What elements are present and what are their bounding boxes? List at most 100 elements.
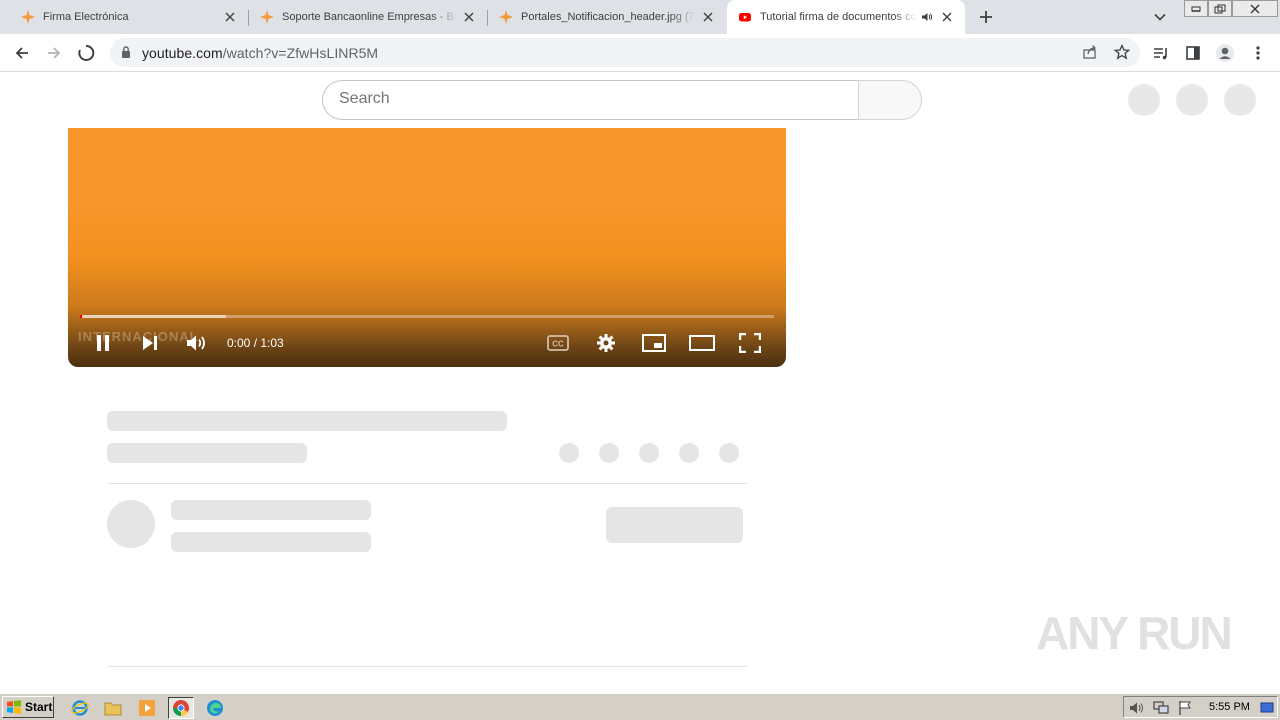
loading-spinner-icon	[78, 44, 95, 61]
header-icon-placeholder[interactable]	[1176, 84, 1208, 116]
share-button[interactable]	[1078, 40, 1102, 64]
tab-soporte-bancaonline[interactable]: Soporte Bancaonline Empresas - Ban	[249, 0, 487, 34]
tab-strip: Firma Electrónica Soporte Bancaonline Em…	[0, 0, 1280, 34]
search-button[interactable]	[858, 80, 922, 120]
url-host: youtube.com	[142, 45, 223, 61]
show-desktop-button[interactable]	[1256, 697, 1278, 719]
header-icon-placeholder[interactable]	[1128, 84, 1160, 116]
menu-button[interactable]	[1246, 41, 1270, 65]
arrow-right-icon	[48, 47, 61, 59]
restore-window-button[interactable]	[1208, 0, 1232, 17]
minimize-window-button[interactable]	[1184, 0, 1208, 17]
next-button[interactable]	[137, 330, 163, 356]
stop-loading-button[interactable]	[74, 41, 98, 65]
file-explorer-icon[interactable]	[102, 697, 124, 719]
subtitles-button[interactable]: CC	[545, 330, 571, 356]
skip-next-icon	[143, 336, 157, 350]
bank-orange-icon	[259, 9, 275, 25]
playlist-music-icon	[1154, 48, 1167, 60]
tab-search-button[interactable]	[1150, 8, 1170, 26]
action-skeleton	[719, 443, 739, 463]
buffered-bar	[80, 315, 226, 318]
profile-button[interactable]	[1213, 41, 1237, 65]
edge-icon[interactable]	[204, 697, 226, 719]
close-window-button[interactable]	[1232, 0, 1278, 17]
minimize-icon	[1191, 6, 1201, 12]
url-text[interactable]: youtube.com/watch?v=ZfwHsLINR5M	[142, 45, 378, 61]
svg-text:CC: CC	[552, 340, 564, 349]
side-panel-button[interactable]	[1181, 41, 1205, 65]
volume-icon	[187, 335, 205, 351]
tab-tutorial-firma[interactable]: Tutorial firma de documentos co	[727, 0, 965, 34]
theater-mode-button[interactable]	[689, 330, 715, 356]
theater-mode-icon	[689, 335, 715, 351]
tab-title: Firma Electrónica	[43, 11, 129, 23]
kebab-menu-icon	[1256, 46, 1260, 60]
title-skeleton	[107, 411, 507, 431]
media-player-icon[interactable]	[136, 697, 158, 719]
arrow-left-icon	[15, 47, 28, 59]
action-skeleton	[599, 443, 619, 463]
volume-tray-icon[interactable]	[1126, 697, 1148, 719]
played-bar	[80, 315, 82, 318]
fullscreen-button[interactable]	[737, 330, 763, 356]
fullscreen-icon	[739, 333, 761, 353]
flag-tray-icon[interactable]	[1174, 697, 1196, 719]
clock: 5:55 PM	[1209, 701, 1250, 713]
miniplayer-button[interactable]	[641, 330, 667, 356]
address-bar[interactable]: youtube.com/watch?v=ZfwHsLINR5M	[110, 38, 1140, 67]
time-total: 1:03	[260, 336, 284, 350]
channel-name-skeleton	[171, 500, 371, 520]
restore-icon	[1214, 4, 1226, 13]
channel-avatar-skeleton	[107, 500, 155, 548]
back-button[interactable]	[10, 41, 34, 65]
windows-logo-icon	[7, 700, 21, 714]
avatar-icon	[1216, 44, 1234, 62]
channel-subs-skeleton	[171, 532, 371, 552]
tab-title: Soporte Bancaonline Empresas - Ban	[282, 11, 457, 23]
close-tab-icon[interactable]	[461, 9, 477, 25]
anyrun-watermark: ANY RUN	[1036, 607, 1233, 659]
close-tab-icon[interactable]	[222, 9, 238, 25]
youtube-icon	[737, 9, 753, 25]
youtube-search-box[interactable]	[322, 80, 859, 120]
tab-portales-notificacion[interactable]: Portales_Notificacion_header.jpg (7	[488, 0, 726, 34]
start-button[interactable]: Start	[2, 696, 54, 718]
plus-icon	[980, 11, 992, 23]
audio-playing-icon[interactable]	[919, 9, 935, 25]
media-controls-button[interactable]	[1149, 41, 1173, 65]
network-tray-icon[interactable]	[1150, 697, 1172, 719]
settings-button[interactable]	[593, 330, 619, 356]
close-tab-icon[interactable]	[939, 9, 955, 25]
new-tab-button[interactable]	[975, 6, 997, 28]
pause-icon	[97, 335, 109, 351]
url-path: /watch?v=ZfwHsLINR5M	[222, 45, 379, 61]
pause-button[interactable]	[90, 330, 116, 356]
chevron-down-icon	[1154, 13, 1166, 21]
start-label: Start	[25, 700, 53, 714]
video-player[interactable]: INTERNACIONAL 0:00 / 1:03 CC	[68, 128, 786, 367]
side-panel-icon	[1186, 46, 1200, 60]
forward-button[interactable]	[42, 41, 66, 65]
chrome-icon	[173, 700, 189, 716]
tab-firma-electronica[interactable]: Firma Electrónica	[0, 0, 248, 34]
time-display: 0:00 / 1:03	[227, 336, 284, 350]
meta-skeleton	[107, 443, 307, 463]
lock-icon[interactable]	[119, 45, 133, 59]
header-icon-placeholder[interactable]	[1224, 84, 1256, 116]
chrome-taskbar-icon[interactable]	[168, 697, 194, 719]
action-skeleton	[559, 443, 579, 463]
close-tab-icon[interactable]	[700, 9, 716, 25]
desktop-icon	[1260, 702, 1274, 713]
star-icon	[1114, 44, 1130, 60]
bank-orange-icon	[498, 9, 514, 25]
bookmark-button[interactable]	[1110, 40, 1134, 64]
tab-title: Tutorial firma de documentos co	[760, 11, 917, 23]
volume-button[interactable]	[184, 330, 210, 356]
action-skeleton	[639, 443, 659, 463]
progress-bar[interactable]	[80, 315, 774, 318]
internet-explorer-icon[interactable]	[69, 697, 91, 719]
bank-orange-icon	[20, 9, 36, 25]
search-input[interactable]	[339, 90, 819, 108]
action-skeleton	[679, 443, 699, 463]
